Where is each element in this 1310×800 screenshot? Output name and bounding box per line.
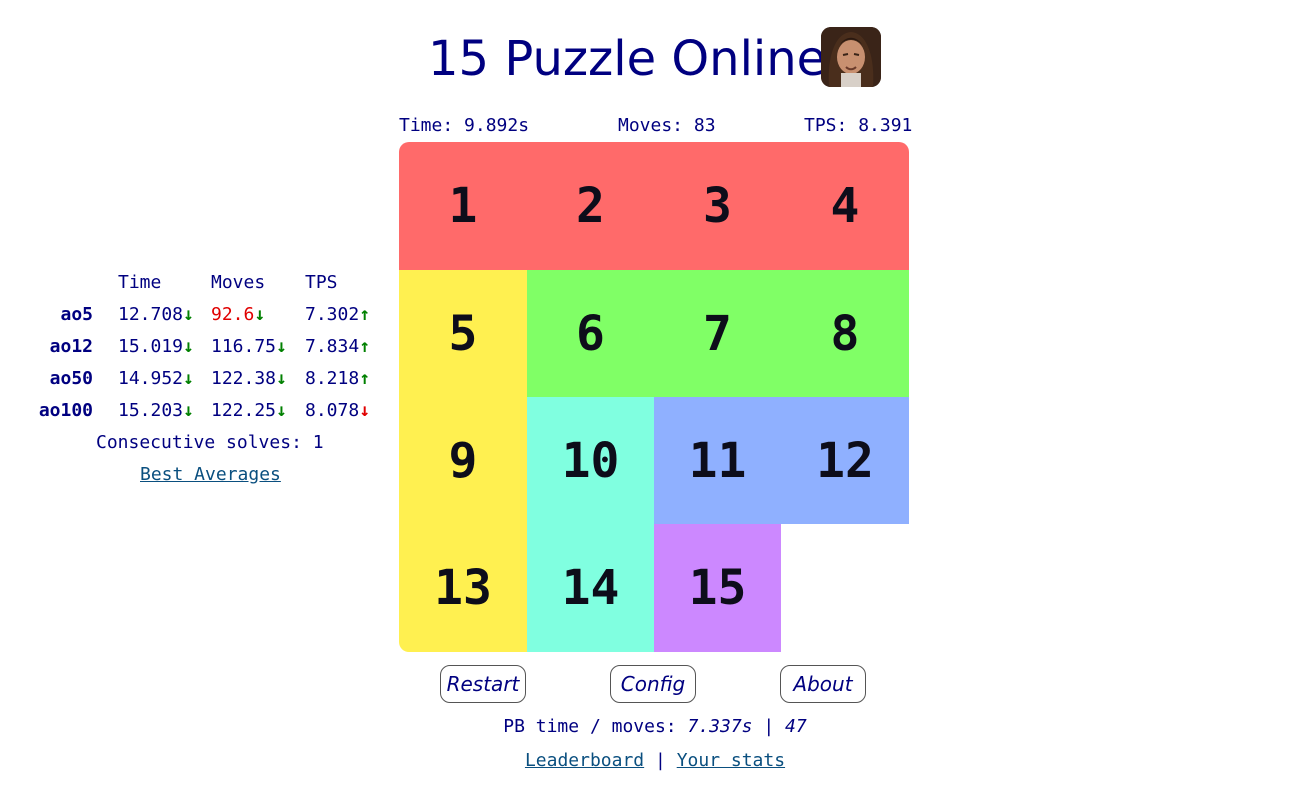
pb-moves: 47 bbox=[785, 716, 807, 737]
tile-15[interactable]: 15 bbox=[654, 524, 781, 652]
tile-6[interactable]: 6 bbox=[527, 270, 654, 397]
puzzle-board[interactable]: 1 2 3 4 5 6 7 8 9 10 11 12 13 14 15 bbox=[399, 142, 909, 652]
about-button[interactable]: About bbox=[780, 665, 866, 703]
tile-12[interactable]: 12 bbox=[781, 397, 909, 524]
your-stats-link[interactable]: Your stats bbox=[677, 750, 785, 771]
header-moves: Moves bbox=[211, 272, 266, 293]
arrow-up-icon: ↑ bbox=[359, 368, 371, 389]
moves-value: 122.38 bbox=[211, 368, 277, 389]
time-value: 12.708 bbox=[118, 304, 184, 325]
tile-14[interactable]: 14 bbox=[527, 524, 654, 652]
arrow-up-icon: ↑ bbox=[359, 304, 371, 325]
table-row: ao5 12.708↓ 92.6↓ 7.302↑ bbox=[30, 304, 390, 336]
config-button[interactable]: Config bbox=[610, 665, 696, 703]
consecutive-solves: Consecutive solves: 1 bbox=[96, 432, 324, 453]
tile-4[interactable]: 4 bbox=[781, 142, 909, 270]
tps-cell: 7.834↑ bbox=[305, 336, 370, 357]
time-value: 9.892s bbox=[464, 115, 530, 136]
tps-label: TPS: bbox=[804, 115, 848, 136]
time-value: 14.952 bbox=[118, 368, 184, 389]
row-label: ao12 bbox=[49, 336, 93, 357]
avatar[interactable] bbox=[821, 27, 881, 87]
footer-separator: | bbox=[655, 750, 666, 771]
page-title: 15 Puzzle Online bbox=[428, 31, 827, 87]
moves-value: 83 bbox=[693, 115, 716, 136]
row-label: ao50 bbox=[49, 368, 93, 389]
time-cell: 15.019↓ bbox=[118, 336, 194, 357]
time-cell: 14.952↓ bbox=[118, 368, 194, 389]
tile-10[interactable]: 10 bbox=[527, 397, 654, 524]
moves-cell: 116.75↓ bbox=[211, 336, 287, 357]
moves-label: Moves: bbox=[618, 115, 684, 136]
moves-cell: 122.25↓ bbox=[211, 400, 287, 421]
arrow-down-icon: ↓ bbox=[276, 400, 287, 421]
tps-value: 8.078 bbox=[305, 400, 360, 421]
best-averages-link[interactable]: Best Averages bbox=[140, 464, 281, 485]
consecutive-value: 1 bbox=[312, 432, 324, 453]
time-cell: 12.708↓ bbox=[118, 304, 194, 325]
empty-slot bbox=[781, 524, 909, 652]
arrow-down-icon: ↓ bbox=[183, 336, 194, 357]
moves-cell: 122.38↓ bbox=[211, 368, 287, 389]
personal-best: PB time / moves: 7.337s | 47 bbox=[0, 716, 1310, 737]
arrow-down-icon: ↓ bbox=[276, 336, 287, 357]
arrow-down-icon: ↓ bbox=[183, 304, 194, 325]
pb-separator: | bbox=[763, 716, 775, 737]
footer-links: Leaderboard | Your stats bbox=[0, 750, 1310, 771]
row-label: ao100 bbox=[38, 400, 93, 421]
consecutive-label: Consecutive solves: bbox=[96, 432, 302, 453]
tile-1[interactable]: 1 bbox=[399, 142, 527, 270]
moves-stat: Moves: 83 bbox=[618, 115, 716, 136]
tile-9[interactable]: 9 bbox=[399, 397, 527, 524]
row-label: ao5 bbox=[60, 304, 93, 325]
tps-cell: 8.078↓ bbox=[305, 400, 370, 421]
arrow-up-icon: ↑ bbox=[359, 336, 371, 357]
tps-value: 8.218 bbox=[305, 368, 360, 389]
tps-stat: TPS: 8.391 bbox=[804, 115, 912, 136]
table-row: ao12 15.019↓ 116.75↓ 7.834↑ bbox=[30, 336, 390, 368]
tile-5[interactable]: 5 bbox=[399, 270, 527, 397]
moves-value: 92.6 bbox=[211, 304, 255, 325]
time-stat: Time: 9.892s bbox=[399, 115, 529, 136]
tps-cell: 7.302↑ bbox=[305, 304, 370, 325]
arrow-down-icon: ↓ bbox=[254, 304, 266, 325]
header: 15 Puzzle Online bbox=[0, 25, 1310, 95]
tile-11[interactable]: 11 bbox=[654, 397, 781, 524]
arrow-down-icon: ↓ bbox=[183, 368, 194, 389]
moves-value: 122.25 bbox=[211, 400, 277, 421]
pb-time: 7.337s bbox=[687, 716, 753, 737]
header-tps: TPS bbox=[305, 272, 338, 293]
pb-label: PB time / moves: bbox=[503, 716, 677, 737]
tps-value: 7.302 bbox=[305, 304, 360, 325]
tps-cell: 8.218↑ bbox=[305, 368, 370, 389]
tile-13[interactable]: 13 bbox=[399, 524, 527, 652]
tile-8[interactable]: 8 bbox=[781, 270, 909, 397]
tile-3[interactable]: 3 bbox=[654, 142, 781, 270]
time-value: 15.203 bbox=[118, 400, 184, 421]
time-value: 15.019 bbox=[118, 336, 184, 357]
arrow-down-icon: ↓ bbox=[276, 368, 287, 389]
header-time: Time bbox=[118, 272, 162, 293]
tps-value: 8.391 bbox=[858, 115, 913, 136]
time-cell: 15.203↓ bbox=[118, 400, 194, 421]
moves-cell: 92.6↓ bbox=[211, 304, 265, 325]
time-label: Time: bbox=[399, 115, 454, 136]
arrow-down-icon: ↓ bbox=[359, 400, 371, 421]
table-row: ao100 15.203↓ 122.25↓ 8.078↓ bbox=[30, 400, 390, 432]
tps-value: 7.834 bbox=[305, 336, 360, 357]
table-row: ao50 14.952↓ 122.38↓ 8.218↑ bbox=[30, 368, 390, 400]
tile-7[interactable]: 7 bbox=[654, 270, 781, 397]
restart-button[interactable]: Restart bbox=[440, 665, 526, 703]
avatar-image bbox=[821, 27, 881, 87]
moves-value: 116.75 bbox=[211, 336, 277, 357]
tile-2[interactable]: 2 bbox=[527, 142, 654, 270]
leaderboard-link[interactable]: Leaderboard bbox=[525, 750, 644, 771]
arrow-down-icon: ↓ bbox=[183, 400, 194, 421]
